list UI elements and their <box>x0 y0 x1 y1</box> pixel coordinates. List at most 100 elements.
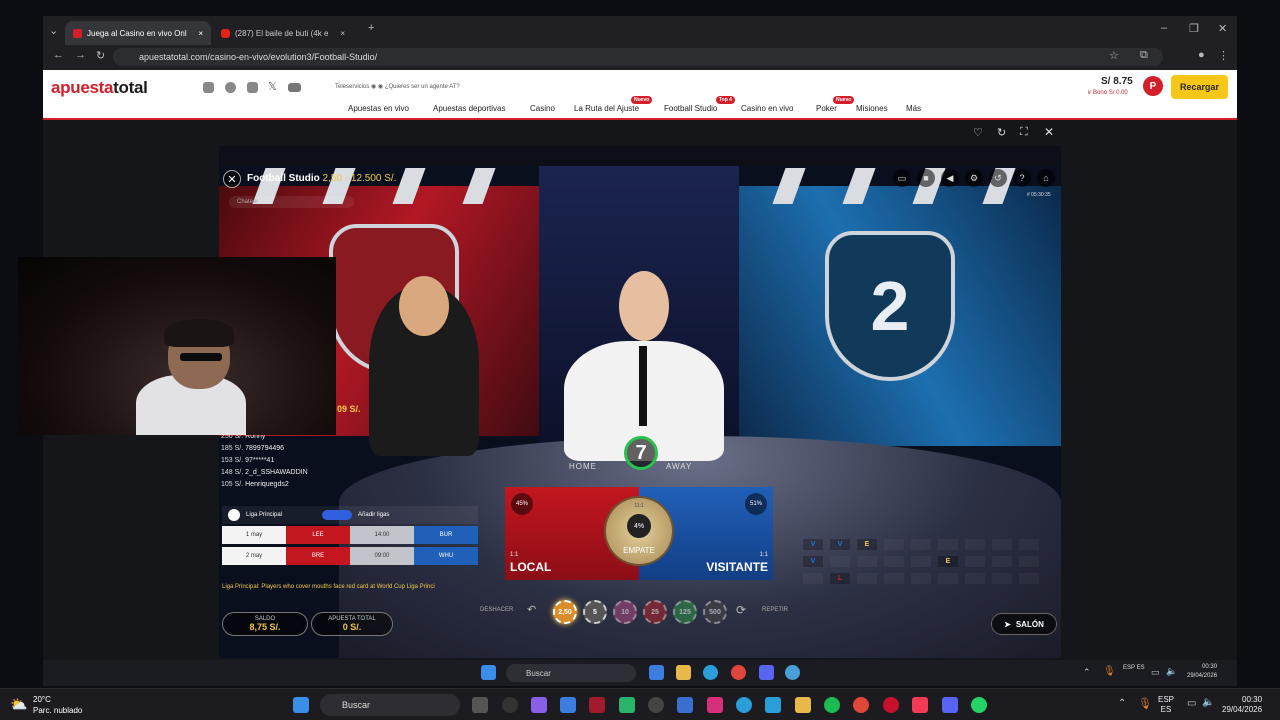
mail-icon[interactable] <box>560 697 576 713</box>
inner-lang[interactable]: ESP ES <box>1123 664 1145 672</box>
nav-poker[interactable]: Poker <box>816 104 837 113</box>
github-icon[interactable] <box>648 697 664 713</box>
extensions-icon[interactable]: ⧉ <box>1140 49 1148 62</box>
mic-icon[interactable]: 🎙 <box>1138 697 1152 710</box>
undo-icon[interactable]: ↶ <box>527 603 536 616</box>
weather-widget[interactable]: 20°C Parc. nublado <box>33 694 82 716</box>
menu-dots-icon[interactable]: ⋮ <box>1218 49 1229 62</box>
repeat-icon[interactable]: ⟳ <box>736 603 746 617</box>
close-game-icon[interactable]: ✕ <box>1044 125 1054 139</box>
forward-icon[interactable]: → <box>75 49 86 61</box>
close-tab-icon[interactable]: × <box>198 29 203 38</box>
inner-search-box[interactable]: Buscar <box>506 664 636 682</box>
chrome-alt-icon[interactable] <box>785 665 800 680</box>
match-away[interactable]: BUR <box>414 526 478 544</box>
match-time[interactable]: 09:00 <box>350 547 414 565</box>
nav-ruta-del-ajuste[interactable]: La Ruta del Ajuste <box>574 104 639 113</box>
chip-25[interactable]: 25 <box>643 600 667 624</box>
instagram-icon[interactable] <box>203 82 214 93</box>
chip-10[interactable]: 10 <box>613 600 637 624</box>
close-window-icon[interactable]: ✕ <box>1218 22 1227 35</box>
app-red-icon[interactable] <box>589 697 605 713</box>
folder-icon[interactable] <box>795 697 811 713</box>
settings-gear-icon[interactable]: ⚙ <box>965 169 983 187</box>
match-home[interactable]: LEE <box>286 526 350 544</box>
chat-toggle-icon[interactable]: ▭ <box>893 169 911 187</box>
chip-2-50[interactable]: 2,50 <box>553 600 577 624</box>
facebook-icon[interactable] <box>225 82 236 93</box>
music-icon[interactable] <box>912 697 928 713</box>
tiktok-icon[interactable] <box>247 82 258 93</box>
chip-5[interactable]: 5 <box>583 600 607 624</box>
taskbar-search[interactable]: Buscar <box>320 694 460 716</box>
nav-apuestas-deportivas[interactable]: Apuestas deportivas <box>433 104 506 113</box>
discord-icon[interactable] <box>942 697 958 713</box>
minimize-icon[interactable]: – <box>1161 22 1167 34</box>
x-icon[interactable]: 𝕏 <box>268 80 279 93</box>
back-icon[interactable]: ← <box>53 49 64 61</box>
profile-icon[interactable]: ● <box>1198 49 1205 61</box>
nav-apuestas-en-vivo[interactable]: Apuestas en vivo <box>348 104 409 113</box>
volume-icon[interactable]: ◀ <box>941 169 959 187</box>
volume-icon[interactable]: 🔈 <box>1202 697 1214 708</box>
copilot-icon[interactable] <box>531 697 547 713</box>
match-row[interactable]: 1 may LEE 14:00 BUR <box>222 526 478 544</box>
whatsapp-icon[interactable] <box>971 697 987 713</box>
folder-icon[interactable] <box>676 665 691 680</box>
discord-icon[interactable] <box>759 665 774 680</box>
nav-football-studio[interactable]: Football Studio <box>664 104 717 113</box>
bono-balance[interactable]: ∨ Bono S/ 0.00 <box>1087 89 1128 96</box>
history-icon[interactable]: ↺ <box>989 169 1007 187</box>
salon-button[interactable]: ➤ SALÓN <box>991 613 1057 635</box>
tray-chevron-icon[interactable]: ⌃ <box>1118 698 1126 709</box>
address-bar[interactable]: apuestatotal.com/casino-en-vivo/evolutio… <box>113 48 1163 66</box>
favorite-heart-icon[interactable]: ♡ <box>973 126 983 139</box>
windows-start-icon[interactable] <box>481 665 496 680</box>
close-lobby-icon[interactable]: ✕ <box>223 170 241 188</box>
windows-start-icon[interactable] <box>293 697 309 713</box>
tab-list-icon[interactable]: ⌄ <box>49 24 58 37</box>
close-tab-icon[interactable]: × <box>340 29 345 38</box>
nav-misiones[interactable]: Misiones <box>856 104 888 113</box>
inner-clock[interactable]: 00:30 29/04/2026 <box>1187 663 1217 681</box>
match-away[interactable]: WHU <box>414 547 478 565</box>
match-row[interactable]: 2 may BRE 09:00 WHU <box>222 547 478 565</box>
results-roadmap[interactable]: VVEVEL <box>803 539 1053 591</box>
nav-mas[interactable]: Más <box>906 104 921 113</box>
edge-icon[interactable] <box>736 697 752 713</box>
service-line[interactable]: Teleservicios ◉ ◉ ¿Quieres ser un agente… <box>335 83 460 90</box>
app-green-icon[interactable] <box>619 697 635 713</box>
new-tab-icon[interactable]: + <box>368 22 374 34</box>
weather-cloud-icon[interactable]: ⛅ <box>10 696 27 713</box>
edge-icon[interactable] <box>703 665 718 680</box>
task-view-icon[interactable] <box>472 697 488 713</box>
league-toggle[interactable] <box>322 510 353 520</box>
fullscreen-icon[interactable]: ⛶ <box>1020 126 1028 139</box>
network-icon[interactable]: ▭ <box>1151 667 1160 678</box>
chrome-icon[interactable] <box>731 665 746 680</box>
chip-125[interactable]: 125 <box>673 600 697 624</box>
undo-label[interactable]: DESHACER <box>480 607 513 613</box>
add-league-link[interactable]: Añadir ligas <box>358 512 389 518</box>
network-icon[interactable]: ▭ <box>1187 698 1196 709</box>
opera-icon[interactable] <box>883 697 899 713</box>
instagram-icon[interactable] <box>707 697 723 713</box>
store-icon[interactable] <box>677 697 693 713</box>
volume-icon[interactable]: 🔈 <box>1166 666 1177 677</box>
refresh-game-icon[interactable]: ↻ <box>997 126 1006 139</box>
reload-icon[interactable]: ↻ <box>96 49 105 62</box>
video-icon[interactable]: ■ <box>917 169 935 187</box>
help-icon[interactable]: ? <box>1013 169 1031 187</box>
chip-500[interactable]: 500 <box>703 600 727 624</box>
match-home[interactable]: BRE <box>286 547 350 565</box>
language-indicator[interactable]: ESP ES <box>1158 695 1174 715</box>
mail-icon[interactable] <box>649 665 664 680</box>
bet-spot-empate[interactable]: 11:1 4% EMPATE <box>606 498 672 564</box>
restore-icon[interactable]: ❐ <box>1189 22 1199 35</box>
nav-casino[interactable]: Casino <box>530 104 555 113</box>
spotify-icon[interactable] <box>824 697 840 713</box>
tray-chevron-icon[interactable]: ⌃ <box>1083 667 1091 678</box>
repeat-label[interactable]: REPETIR <box>762 607 788 613</box>
nav-casino-en-vivo[interactable]: Casino en vivo <box>741 104 793 113</box>
clock-app-icon[interactable] <box>502 697 518 713</box>
